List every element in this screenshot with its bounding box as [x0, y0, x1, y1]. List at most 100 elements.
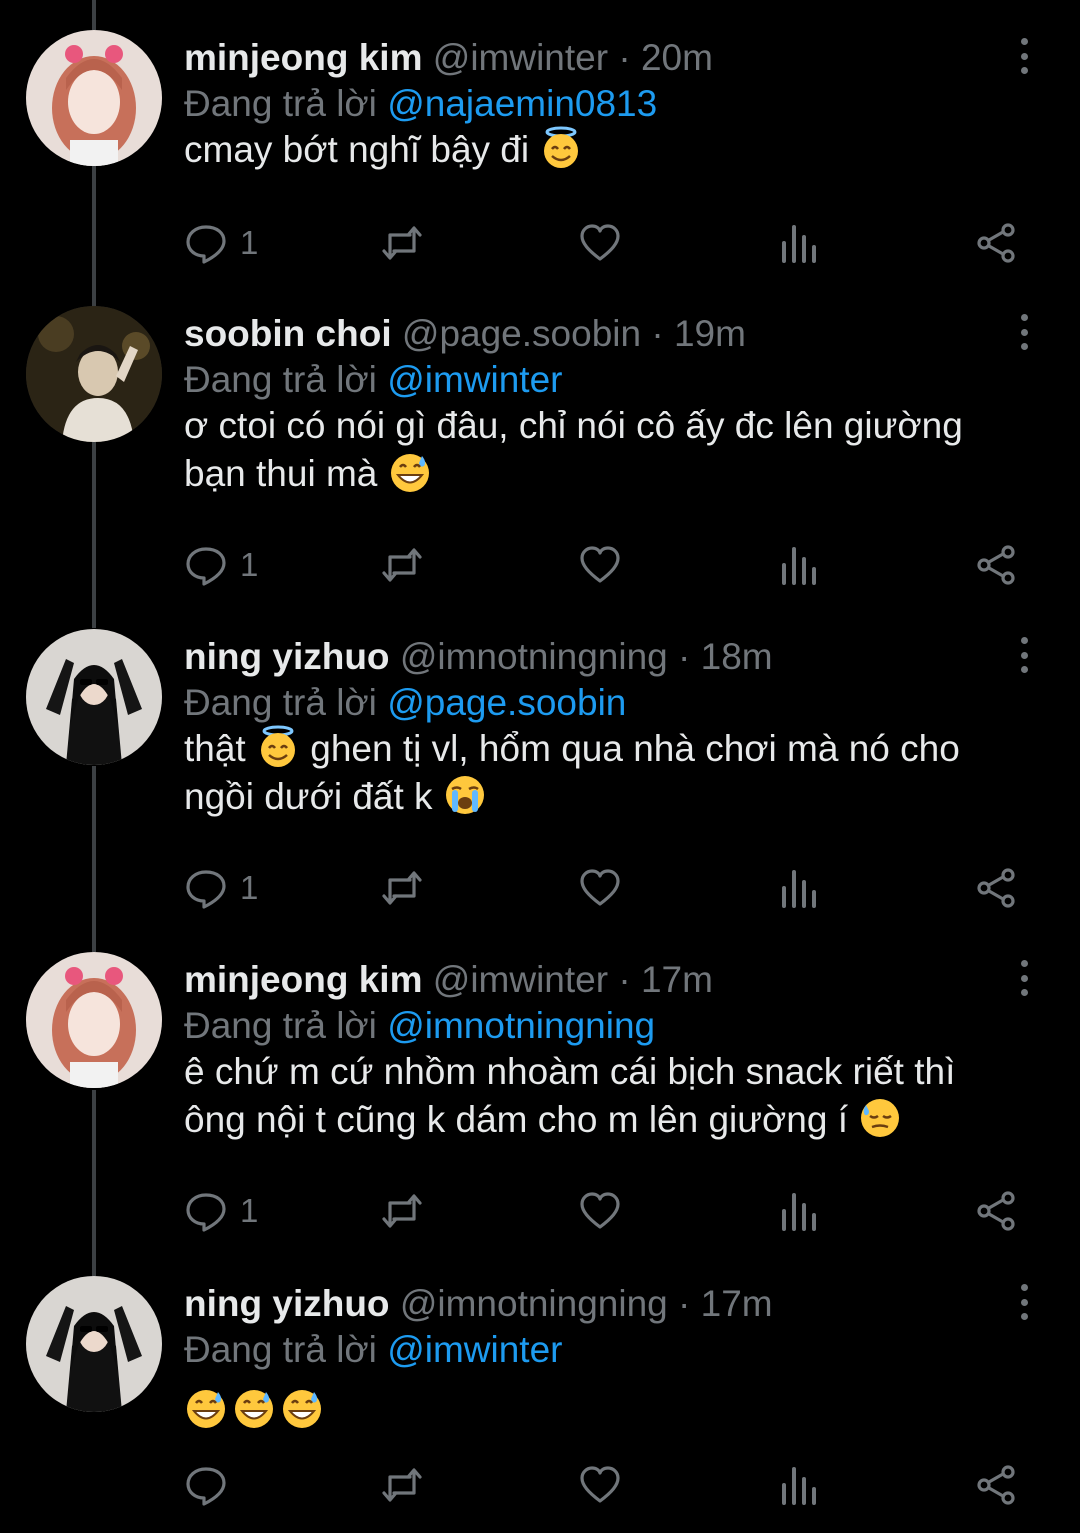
more-vertical-icon — [1020, 314, 1028, 321]
reply-button[interactable] — [184, 1462, 240, 1508]
views-icon — [782, 1467, 816, 1505]
tweet[interactable]: soobin choi @page.soobin · 19m Đang trả … — [0, 306, 1080, 622]
like-button[interactable] — [578, 865, 622, 911]
retweet-icon — [382, 1468, 422, 1502]
heart-icon — [580, 224, 620, 261]
grinning-sweat-emoji-icon — [388, 450, 432, 494]
share-button[interactable] — [974, 1188, 1018, 1234]
reply-icon — [186, 870, 226, 909]
display-name[interactable]: ning yizhuo — [184, 1283, 390, 1324]
more-options-button[interactable] — [1012, 960, 1036, 996]
replying-to-handle[interactable]: @imwinter — [387, 1329, 562, 1370]
views-button[interactable] — [776, 1462, 820, 1508]
reply-button[interactable]: 1 — [184, 865, 258, 911]
share-button[interactable] — [974, 220, 1018, 266]
user-handle[interactable]: @imnotningning — [400, 636, 668, 677]
grinning-sweat-emoji-icon — [232, 1386, 276, 1430]
views-button[interactable] — [776, 1188, 820, 1234]
user-handle[interactable]: @imwinter — [433, 959, 608, 1000]
tweet-text — [184, 1386, 1034, 1434]
separator-dot: · — [678, 1283, 691, 1324]
more-options-button[interactable] — [1012, 1284, 1036, 1320]
reply-button[interactable]: 1 — [184, 542, 258, 588]
more-vertical-icon — [1020, 38, 1028, 45]
tweet[interactable]: minjeong kim @imwinter · 17m Đang trả lờ… — [0, 952, 1080, 1268]
separator-dot: · — [618, 959, 631, 1000]
timestamp[interactable]: 17m — [701, 1283, 773, 1324]
retweet-button[interactable] — [380, 1462, 424, 1508]
reply-count: 1 — [240, 1192, 259, 1229]
avatar[interactable] — [26, 952, 162, 1088]
reply-count: 1 — [240, 869, 259, 906]
replying-to-label: Đang trả lời — [184, 359, 377, 400]
tweet-text: cmay bớt nghĩ bậy đi — [184, 126, 1034, 174]
smiling-halo-emoji-icon — [539, 126, 583, 170]
user-handle[interactable]: @page.soobin — [402, 313, 641, 354]
reply-icon — [186, 1193, 226, 1232]
tweet-text: ê chứ m cứ nhồm nhoàm cái bịch snack riế… — [184, 1048, 1034, 1144]
share-button[interactable] — [974, 865, 1018, 911]
tweet[interactable]: ning yizhuo @imnotningning · 18m Đang tr… — [0, 629, 1080, 945]
timestamp[interactable]: 20m — [641, 37, 713, 78]
share-button[interactable] — [974, 1462, 1018, 1508]
like-button[interactable] — [578, 1188, 622, 1234]
avatar-ningning — [26, 629, 162, 765]
separator-dot: · — [618, 37, 631, 78]
display-name[interactable]: minjeong kim — [184, 959, 422, 1000]
views-button[interactable] — [776, 542, 820, 588]
user-handle[interactable]: @imwinter — [433, 37, 608, 78]
tweet-text-line: ê chứ m cứ nhồm nhoàm cái bịch snack riế… — [184, 1051, 956, 1092]
retweet-button[interactable] — [380, 865, 424, 911]
replying-to-handle[interactable]: @imnotningning — [387, 1005, 655, 1046]
retweet-button[interactable] — [380, 220, 424, 266]
more-options-button[interactable] — [1012, 38, 1036, 74]
retweet-icon — [382, 226, 422, 260]
avatar-ningning — [26, 1276, 162, 1412]
avatar[interactable] — [26, 629, 162, 765]
display-name[interactable]: ning yizhuo — [184, 636, 390, 677]
reply-button[interactable]: 1 — [184, 220, 258, 266]
like-button[interactable] — [578, 1462, 622, 1508]
replying-to-label: Đang trả lời — [184, 83, 377, 124]
tweet-text-line: ơ ctoi có nói gì đâu, chỉ nói cô ấy đc l… — [184, 405, 963, 446]
separator-dot: · — [678, 636, 691, 677]
more-options-button[interactable] — [1012, 637, 1036, 673]
avatar[interactable] — [26, 1276, 162, 1412]
replying-to-handle[interactable]: @imwinter — [387, 359, 562, 400]
timestamp[interactable]: 17m — [641, 959, 713, 1000]
reply-button[interactable]: 1 — [184, 1188, 258, 1234]
views-button[interactable] — [776, 220, 820, 266]
views-button[interactable] — [776, 865, 820, 911]
replying-to-handle[interactable]: @page.soobin — [387, 682, 626, 723]
like-button[interactable] — [578, 542, 622, 588]
timestamp[interactable]: 19m — [674, 313, 746, 354]
reply-count: 1 — [240, 546, 259, 583]
downcast-sweat-emoji-icon — [858, 1096, 902, 1140]
avatar-soobin — [26, 306, 162, 442]
heart-icon — [580, 1192, 620, 1229]
share-button[interactable] — [974, 542, 1018, 588]
retweet-button[interactable] — [380, 1188, 424, 1234]
views-icon — [782, 547, 816, 585]
more-vertical-icon — [1020, 960, 1028, 967]
share-icon — [977, 223, 1015, 263]
share-icon — [977, 1465, 1015, 1505]
retweet-icon — [382, 1194, 422, 1228]
tweet[interactable]: ning yizhuo @imnotningning · 17m Đang tr… — [0, 1276, 1080, 1533]
timestamp[interactable]: 18m — [701, 636, 773, 677]
display-name[interactable]: minjeong kim — [184, 37, 422, 78]
reply-icon — [186, 547, 226, 586]
heart-icon — [580, 546, 620, 583]
tweet-text-line: bạn thui mà — [184, 453, 378, 494]
grinning-sweat-emoji-icon — [184, 1386, 228, 1430]
user-handle[interactable]: @imnotningning — [400, 1283, 668, 1324]
retweet-button[interactable] — [380, 542, 424, 588]
avatar[interactable] — [26, 306, 162, 442]
more-options-button[interactable] — [1012, 314, 1036, 350]
more-vertical-icon — [1020, 637, 1028, 644]
display-name[interactable]: soobin choi — [184, 313, 392, 354]
like-button[interactable] — [578, 220, 622, 266]
tweet[interactable]: minjeong kim @imwinter · 20m Đang trả lờ… — [0, 30, 1080, 300]
avatar[interactable] — [26, 30, 162, 166]
replying-to-handle[interactable]: @najaemin0813 — [387, 83, 657, 124]
